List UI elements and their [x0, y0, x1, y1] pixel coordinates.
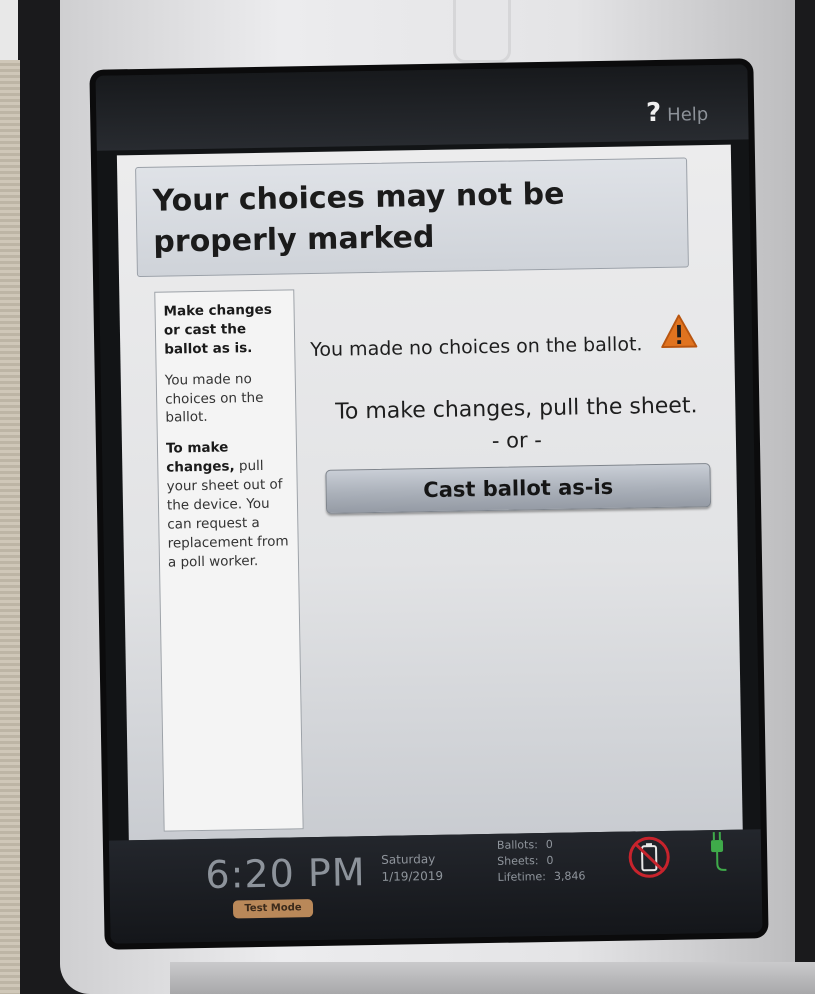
- or-separator: - or -: [491, 428, 543, 453]
- instructions-paragraph-1: You made no choices on the ballot.: [164, 370, 264, 427]
- question-mark-icon: ?: [645, 97, 662, 129]
- device-logo: [453, 0, 511, 63]
- lifetime-label: Lifetime:: [497, 869, 547, 884]
- title-box: Your choices may not be properly marked: [135, 157, 689, 278]
- test-mode-badge: Test Mode: [232, 899, 314, 919]
- background-wood: [0, 60, 20, 994]
- touch-screen: ? Help Your choices may not be properly …: [95, 64, 763, 944]
- power-plug-icon: [710, 831, 727, 871]
- instructions-paragraph-2: To make changes, pull your sheet out of …: [166, 438, 290, 572]
- instructions-heading: Make changes or cast the ballot as is.: [163, 301, 272, 358]
- ballots-count-row: Ballots: 0: [497, 836, 585, 853]
- cast-ballot-button[interactable]: Cast ballot as-is: [325, 463, 712, 514]
- ballots-label: Ballots:: [496, 838, 538, 852]
- top-bar: ? Help: [95, 64, 749, 151]
- sheets-label: Sheets:: [497, 854, 539, 868]
- instructions-paragraph-2-bold: To make changes,: [165, 439, 235, 476]
- date-display: Saturday 1/19/2019: [381, 851, 443, 887]
- lifetime-count-row: Lifetime: 3,846: [497, 868, 585, 885]
- help-label: Help: [667, 104, 709, 126]
- help-button[interactable]: ? Help: [646, 97, 709, 128]
- ballots-value: 0: [545, 837, 553, 852]
- instruction-text: To make changes, pull the sheet.: [335, 393, 698, 425]
- instructions-panel: Make changes or cast the ballot as is. Y…: [154, 289, 304, 832]
- no-choices-message: You made no choices on the ballot.: [310, 333, 643, 362]
- ballot-counters: Ballots: 0 Sheets: 0 Lifetime: 3,846: [497, 836, 586, 885]
- warning-triangle-icon: [661, 314, 698, 349]
- sheets-value: 0: [546, 853, 554, 867]
- clock-time: 6:20 PM: [205, 850, 366, 897]
- page-title: Your choices may not be properly marked: [152, 176, 565, 260]
- status-bar: 6:20 PM Test Mode Saturday 1/19/2019 Bal…: [108, 829, 763, 944]
- day-label: Saturday: [381, 851, 436, 867]
- device-base: [170, 962, 815, 994]
- content-area: Your choices may not be properly marked …: [116, 144, 743, 841]
- lifetime-value: 3,846: [553, 869, 586, 883]
- no-battery-icon: [628, 836, 670, 878]
- date-label: 1/19/2019: [381, 869, 444, 885]
- sheets-count-row: Sheets: 0: [497, 852, 585, 869]
